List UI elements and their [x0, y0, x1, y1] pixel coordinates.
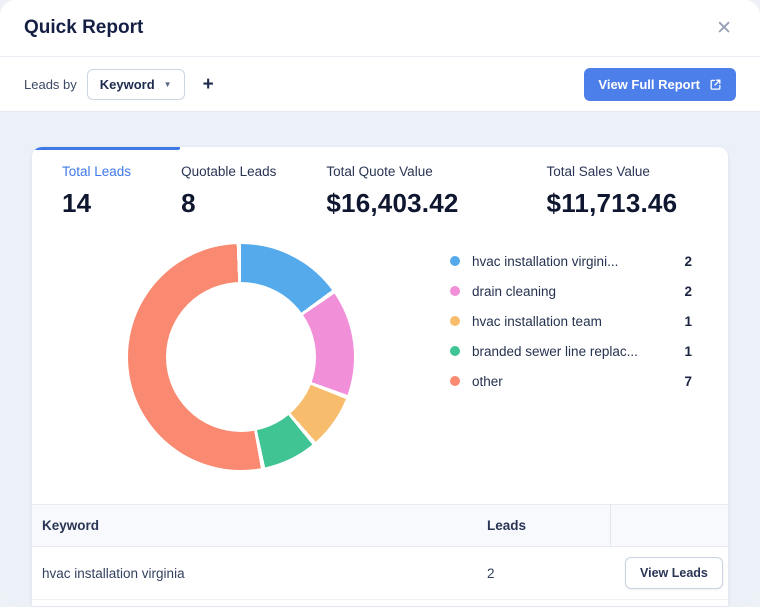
legend-item[interactable]: drain cleaning 2: [450, 276, 692, 306]
add-filter-button[interactable]: +: [199, 71, 218, 98]
legend-count: 1: [684, 343, 692, 359]
legend-item[interactable]: branded sewer line replac... 1: [450, 336, 692, 366]
modal-header: Quick Report ✕: [0, 0, 760, 57]
legend-count: 2: [684, 283, 692, 299]
stats-row: Total Leads 14 Quotable Leads 8 Total Qu…: [32, 147, 728, 219]
stat-label: Quotable Leads: [181, 164, 277, 179]
legend-swatch: [450, 376, 460, 386]
legend-item[interactable]: hvac installation team 1: [450, 306, 692, 336]
legend-count: 7: [684, 373, 692, 389]
column-header-keyword: Keyword: [42, 518, 100, 533]
tab-quotable-leads[interactable]: Quotable Leads 8: [181, 164, 276, 219]
donut-chart[interactable]: [128, 244, 354, 470]
stat-label: Total Quote Value: [326, 164, 433, 179]
legend-swatch: [450, 316, 460, 326]
external-link-icon: [710, 79, 721, 90]
tab-total-sales-value[interactable]: Total Sales Value $11,713.46: [547, 164, 678, 219]
chevron-down-icon: ▼: [163, 79, 172, 89]
legend-swatch: [450, 256, 460, 266]
legend-label: hvac installation team: [472, 313, 602, 329]
cell-keyword: hvac installation virginia: [42, 565, 185, 581]
column-header-leads: Leads: [487, 518, 527, 533]
tab-total-quote-value[interactable]: Total Quote Value $16,403.42: [326, 164, 458, 219]
legend-label: branded sewer line replac...: [472, 343, 638, 359]
chart-section: hvac installation virgini... 2 drain cle…: [32, 219, 728, 470]
toolbar: Leads by Keyword ▼ + View Full Report: [0, 57, 760, 112]
quick-report-modal: Quick Report ✕ Leads by Keyword ▼ + View…: [0, 0, 760, 607]
legend-label: drain cleaning: [472, 283, 557, 299]
legend-count: 1: [684, 313, 692, 329]
tab-total-leads[interactable]: Total Leads 14: [62, 164, 131, 219]
keyword-dropdown-value: Keyword: [99, 76, 155, 92]
table-header: Keyword Leads: [32, 504, 728, 547]
active-tab-indicator: [32, 147, 180, 150]
chart-legend: hvac installation virgini... 2 drain cle…: [450, 244, 692, 396]
close-icon[interactable]: ✕: [712, 15, 736, 42]
report-content: Total Leads 14 Quotable Leads 8 Total Qu…: [0, 112, 760, 607]
leads-by-label: Leads by: [24, 76, 77, 92]
legend-label: other: [472, 373, 503, 389]
table-row: hvac installation virginia 2 View Leads: [32, 547, 728, 600]
legend-label: hvac installation virgini...: [472, 253, 619, 269]
keyword-dropdown[interactable]: Keyword ▼: [86, 68, 185, 100]
legend-count: 2: [684, 253, 692, 269]
legend-item[interactable]: other 7: [450, 366, 692, 396]
view-full-report-button[interactable]: View Full Report: [584, 67, 736, 101]
stat-label: Total Sales Value: [546, 164, 650, 179]
view-leads-button[interactable]: View Leads: [625, 557, 723, 589]
stat-value: $16,403.42: [326, 188, 459, 218]
stat-value: $11,713.46: [546, 188, 678, 218]
stat-value: 8: [181, 188, 196, 218]
keyword-table: Keyword Leads hvac installation virginia…: [32, 504, 728, 600]
stat-label: Total Leads: [62, 164, 132, 179]
page-title: Quick Report: [24, 17, 144, 38]
legend-swatch: [450, 346, 460, 356]
legend-item[interactable]: hvac installation virgini... 2: [450, 246, 692, 276]
view-full-report-label: View Full Report: [598, 76, 700, 92]
report-card: Total Leads 14 Quotable Leads 8 Total Qu…: [32, 147, 728, 606]
cell-leads: 2: [487, 565, 495, 581]
legend-swatch: [450, 286, 460, 296]
stat-value: 14: [62, 188, 92, 218]
